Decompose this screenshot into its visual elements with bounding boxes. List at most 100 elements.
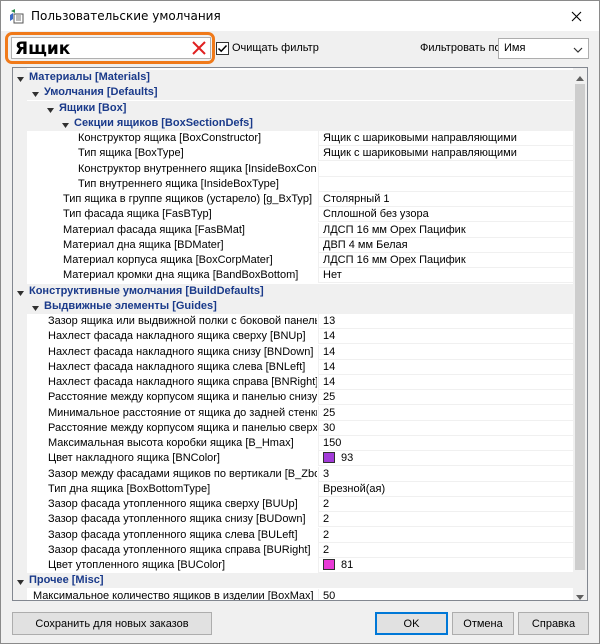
category-label: Выдвижные элементы [Guides] (44, 299, 217, 312)
property-value-text: ДВП 4 мм Белая (323, 238, 408, 251)
filter-by-select[interactable]: Имя (498, 38, 589, 59)
collapse-icon[interactable] (17, 74, 24, 82)
clear-search-icon[interactable] (191, 40, 207, 56)
property-value[interactable]: 14 (323, 361, 572, 376)
property-row[interactable]: Материал дна ящика [BDMater] ДВП 4 мм Бел… (13, 237, 574, 254)
property-row[interactable]: Расстояние между корпусом ящика и панель… (13, 390, 574, 406)
property-value[interactable]: 25 (323, 391, 572, 406)
property-row[interactable]: Цвет утопленного ящика [BUColor] 81 (13, 558, 574, 573)
grid-category[interactable]: Выдвижные элементы [Guides] (13, 298, 574, 314)
property-name: Зазор фасада утопленного ящика слева [BU… (48, 528, 298, 541)
property-value[interactable]: 2 (323, 498, 572, 513)
grid-category[interactable]: Секции ящиков [BoxSectionDefs] (13, 115, 574, 131)
property-value[interactable] (323, 163, 572, 178)
cancel-button[interactable]: Отмена (452, 612, 514, 635)
property-row[interactable]: Нахлест фасада накладного ящика снизу [B… (13, 344, 574, 361)
grid-category[interactable]: Конструктивные умолчания [BuildDefaults] (13, 283, 574, 299)
property-value-text: 150 (323, 437, 342, 449)
property-row[interactable]: Зазор фасада утопленного ящика слева [BU… (13, 527, 574, 544)
property-value[interactable]: ЛДСП 16 мм Орех Пацифик (323, 224, 572, 239)
property-value-text: 2 (323, 498, 330, 510)
property-value[interactable]: 14 (323, 346, 572, 361)
property-value[interactable]: 150 (323, 437, 572, 452)
property-value[interactable]: 81 (323, 559, 572, 574)
property-value[interactable]: Нет (323, 269, 572, 284)
property-value[interactable]: Ящик с шариковыми направляющими (323, 147, 572, 162)
property-row[interactable]: Материал корпуса ящика [BoxCorpMater] ЛДС… (13, 253, 574, 268)
property-row[interactable]: Максимальное количество ящиков в изделии… (13, 588, 574, 601)
property-row[interactable]: Тип ящика в группе ящиков (устарело) [g_… (13, 192, 574, 207)
property-row[interactable]: Нахлест фасада накладного ящика слева [B… (13, 359, 574, 376)
property-row[interactable]: Зазор фасада утопленного ящика справа [B… (13, 542, 574, 559)
property-row[interactable]: Нахлест фасада накладного ящика справа [… (13, 375, 574, 390)
property-value[interactable]: ЛДСП 16 мм Орех Пацифик (323, 254, 572, 269)
property-value[interactable]: 13 (323, 315, 572, 330)
property-value[interactable]: 3 (323, 468, 572, 483)
grid-category[interactable]: Материалы [Materials] (13, 70, 574, 85)
property-value[interactable]: Сплошной без узора (323, 208, 572, 223)
property-row[interactable]: Тип фасада ящика [FasBTyp] Сплошной без у… (13, 207, 574, 223)
collapse-icon[interactable] (62, 120, 69, 128)
search-input-value[interactable]: Ящик (15, 39, 70, 59)
property-name: Тип ящика [BoxType] (78, 147, 184, 160)
property-row[interactable]: Зазор фасада утопленного ящика сверху [B… (13, 497, 574, 512)
scroll-thumb[interactable] (575, 84, 585, 570)
collapse-icon[interactable] (32, 89, 39, 98)
property-row[interactable]: Минимальное расстояние от ящика до задне… (13, 405, 574, 422)
grid-category[interactable]: Умолчания [Defaults] (13, 85, 574, 101)
collapse-icon[interactable] (32, 303, 39, 311)
property-name: Конструктор внутреннего ящика [InsideBox… (78, 162, 317, 175)
grid-category[interactable]: Ящики [Box] (13, 100, 574, 116)
property-row[interactable]: Тип внутреннего ящика [InsideBoxType] (13, 176, 574, 193)
property-value[interactable]: Врезной(ая) (323, 483, 572, 498)
property-row[interactable]: Материал фасада ящика [FasBMat] ЛДСП 16 м… (13, 222, 574, 239)
property-value-text: 2 (323, 543, 330, 556)
property-value[interactable]: 2 (323, 544, 572, 559)
clear-filter-checkbox[interactable] (216, 42, 229, 55)
collapse-icon[interactable] (47, 105, 54, 113)
property-row[interactable]: Тип ящика [BoxType] Ящик с шариковыми нап… (13, 146, 574, 162)
property-row[interactable]: Конструктор внутреннего ящика [InsideBox… (13, 161, 574, 178)
property-row[interactable]: Тип дна ящика [BoxBottomType] Врезной(ая) (13, 481, 574, 498)
category-label: Прочее [Misc] (29, 574, 104, 587)
property-row[interactable]: Зазор фасада утопленного ящика снизу [BU… (13, 512, 574, 528)
property-row[interactable]: Зазор между фасадами ящиков по вертикали… (13, 466, 574, 483)
collapse-icon[interactable] (17, 577, 24, 586)
property-row[interactable]: Зазор ящика или выдвижной полки с боково… (13, 314, 574, 329)
search-input[interactable]: Ящик (11, 37, 211, 59)
collapse-icon[interactable] (17, 288, 24, 296)
clear-filter-label[interactable]: Очищать фильтр (232, 42, 319, 54)
property-value-text: ЛДСП 16 мм Орех Пацифик (323, 223, 466, 236)
property-value[interactable]: Ящик с шариковыми направляющими (323, 132, 572, 147)
save-for-new-orders-button[interactable]: Сохранить для новых заказов (12, 612, 212, 635)
scroll-down-icon[interactable] (576, 591, 584, 600)
property-grid[interactable]: Материалы [Materials] Умолчания [Defaults… (12, 67, 588, 601)
property-value[interactable]: 93 (323, 452, 572, 467)
property-name: Материал кромки дна ящика [BandBoxBottom… (63, 269, 299, 282)
property-value[interactable] (323, 178, 572, 193)
property-value[interactable]: 2 (323, 529, 572, 544)
property-value[interactable]: ДВП 4 мм Белая (323, 239, 572, 254)
vertical-scrollbar[interactable] (573, 68, 587, 600)
property-value-text: 14 (323, 376, 336, 388)
property-name: Цвет утопленного ящика [BUColor] (48, 559, 225, 571)
grid-category[interactable]: Прочее [Misc] (13, 573, 574, 589)
property-value[interactable]: 30 (323, 422, 572, 437)
ok-button[interactable]: OK (375, 612, 448, 635)
property-value[interactable]: 14 (323, 330, 572, 345)
scroll-up-icon[interactable] (576, 72, 584, 81)
help-button[interactable]: Справка (518, 612, 589, 635)
close-button[interactable] (553, 1, 599, 31)
property-name: Зазор ящика или выдвижной полки с боково… (48, 315, 317, 327)
property-value[interactable]: Столярный 1 (323, 193, 572, 208)
property-row[interactable]: Максимальная высота коробки ящика [B_Hma… (13, 436, 574, 451)
property-value[interactable]: 50 (323, 590, 572, 601)
property-row[interactable]: Цвет накладного ящика [BNColor] 93 (13, 451, 574, 467)
property-row[interactable]: Материал кромки дна ящика [BandBoxBottom… (13, 268, 574, 284)
property-value[interactable]: 14 (323, 376, 572, 391)
property-row[interactable]: Конструктор ящика [BoxConstructor] Ящик с… (13, 131, 574, 146)
property-value[interactable]: 2 (323, 513, 572, 528)
property-row[interactable]: Расстояние между корпусом ящика и панель… (13, 420, 574, 437)
property-row[interactable]: Нахлест фасада накладного ящика сверху [… (13, 329, 574, 345)
property-value[interactable]: 25 (323, 407, 572, 422)
